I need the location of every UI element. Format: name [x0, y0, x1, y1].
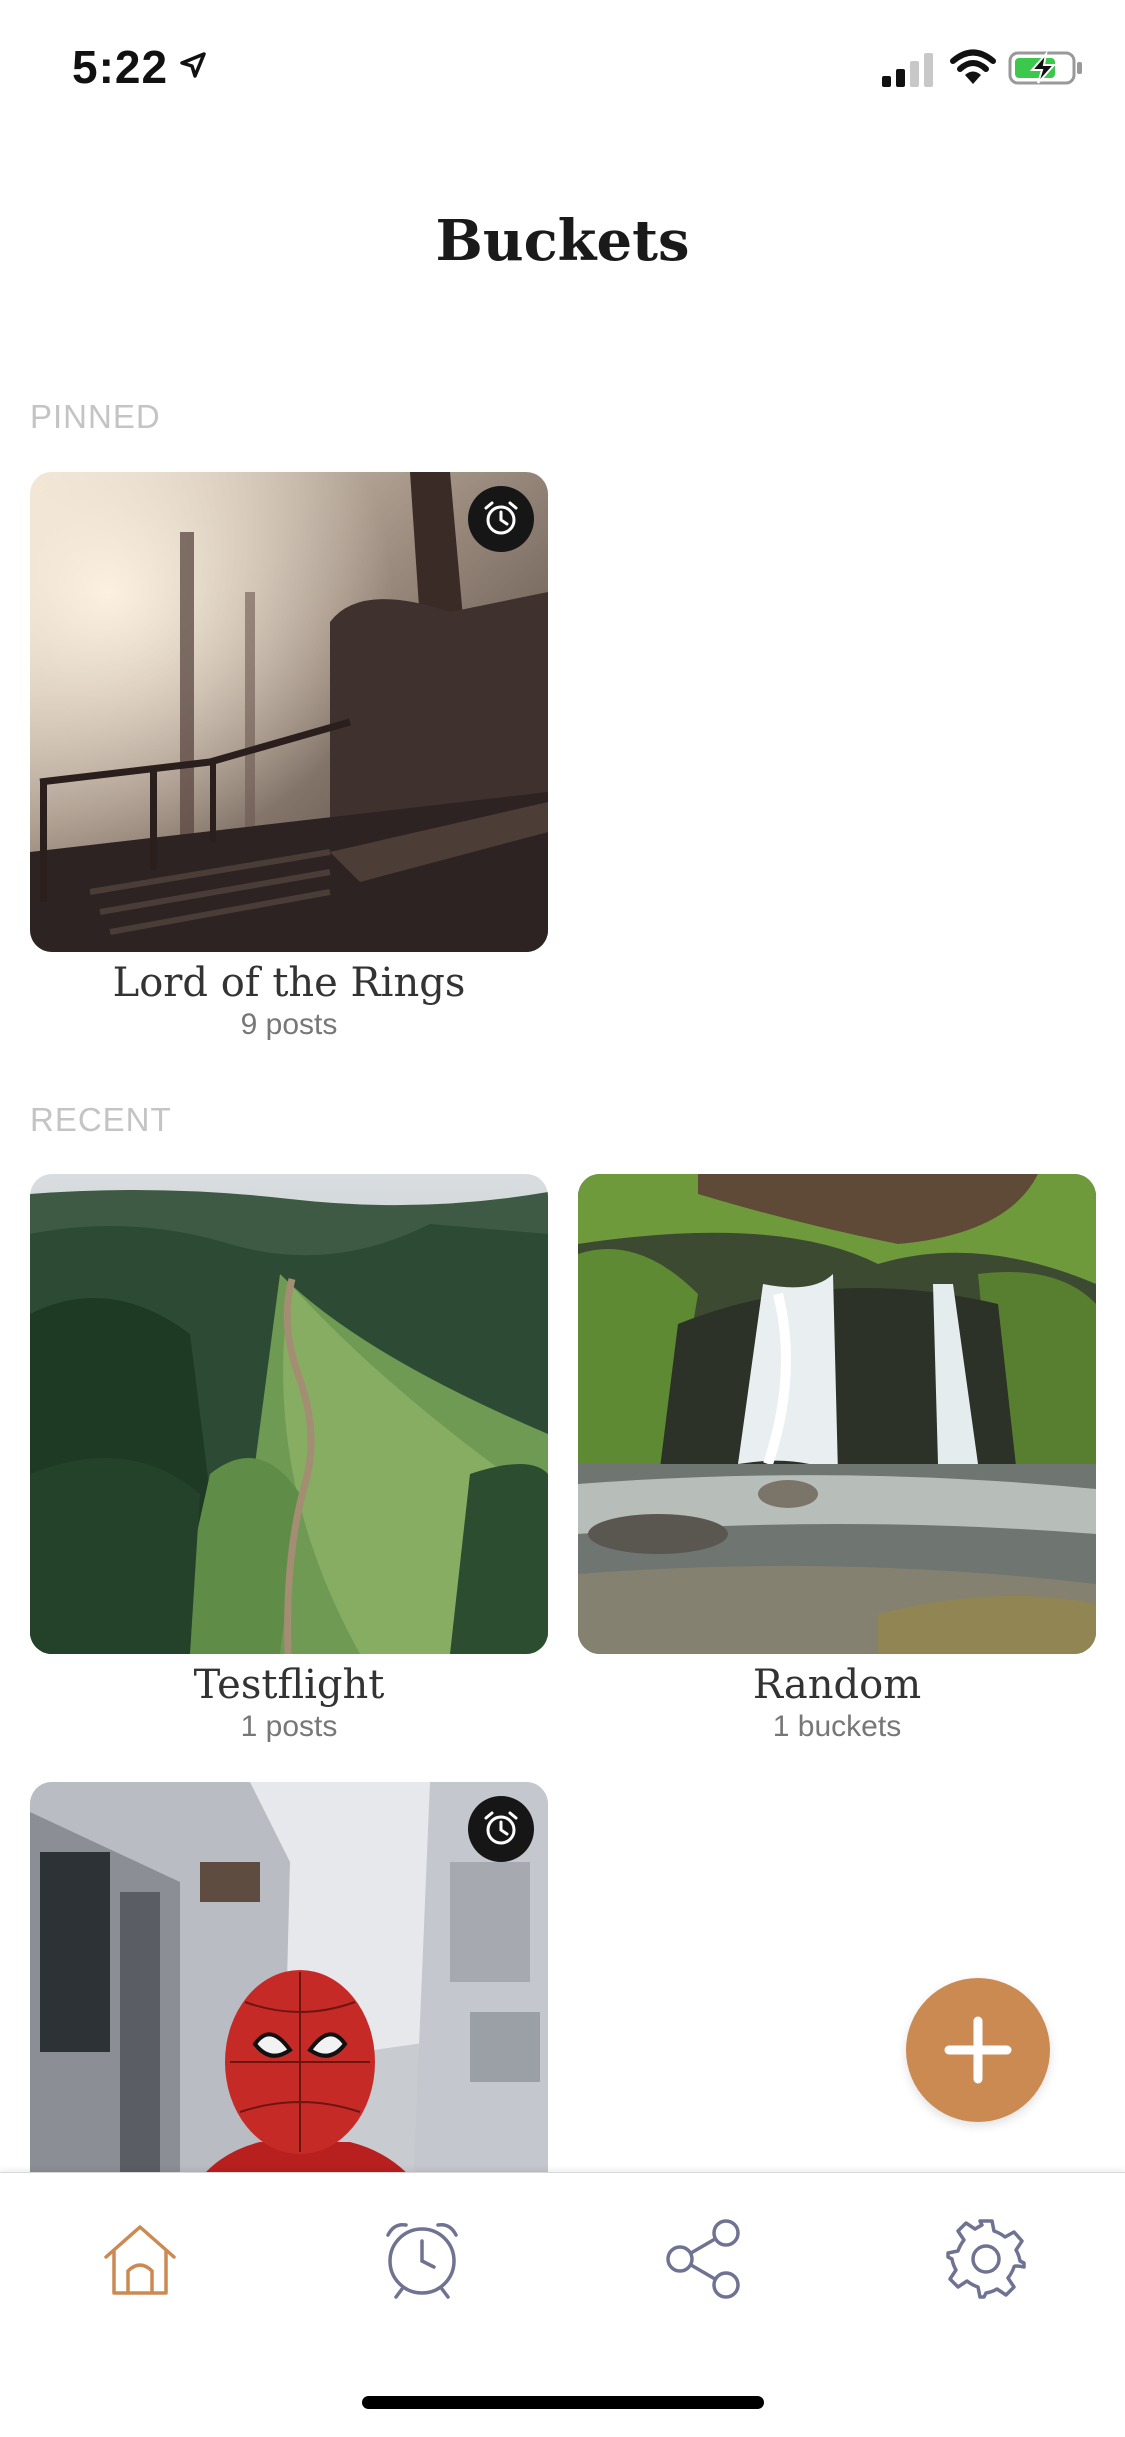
- bucket-thumbnail-misty-forest: [30, 472, 548, 952]
- home-icon: [104, 2225, 176, 2295]
- alarm-badge: [468, 486, 534, 552]
- add-bucket-button[interactable]: [906, 1978, 1050, 2122]
- status-time: 5:22: [72, 41, 169, 93]
- section-label-pinned: PINNED: [30, 398, 161, 435]
- tab-settings[interactable]: [936, 2209, 1036, 2309]
- plus-icon: [944, 2016, 1012, 2084]
- cell-signal-icon: [882, 53, 933, 87]
- bucket-title: Testflight: [193, 1662, 385, 1708]
- page-title: Buckets: [435, 208, 690, 274]
- alarm-clock-icon: [484, 1811, 518, 1845]
- bucket-thumbnail-waterfall: [578, 1174, 1096, 1654]
- bucket-count: 1 posts: [240, 1710, 338, 1743]
- share-icon: [666, 2219, 740, 2299]
- bucket-card[interactable]: Testflight 1 posts: [30, 1174, 548, 1744]
- bucket-count: 1 buckets: [772, 1710, 902, 1743]
- tab-reminders[interactable]: [372, 2209, 472, 2309]
- bucket-card[interactable]: Random 1 buckets: [578, 1174, 1096, 1744]
- tab-share[interactable]: [654, 2209, 754, 2309]
- gear-icon: [946, 2219, 1026, 2299]
- tab-home[interactable]: [90, 2209, 190, 2309]
- clock-icon: [386, 2222, 458, 2299]
- wifi-icon: [950, 49, 996, 84]
- battery-charging-icon: [1008, 50, 1082, 85]
- home-indicator: [362, 2396, 764, 2409]
- bucket-card[interactable]: Lord of the Rings 9 posts: [30, 472, 548, 1042]
- location-arrow-icon: [180, 52, 206, 78]
- bucket-title: Lord of the Rings: [112, 960, 466, 1006]
- status-bar: 5:22: [0, 0, 1125, 135]
- bucket-count: 9 posts: [240, 1008, 338, 1041]
- bucket-thumbnail-green-ridge: [30, 1174, 548, 1654]
- section-label-recent: RECENT: [30, 1101, 172, 1138]
- alarm-badge: [468, 1796, 534, 1862]
- bucket-title: Random: [752, 1662, 922, 1708]
- alarm-clock-icon: [484, 501, 518, 535]
